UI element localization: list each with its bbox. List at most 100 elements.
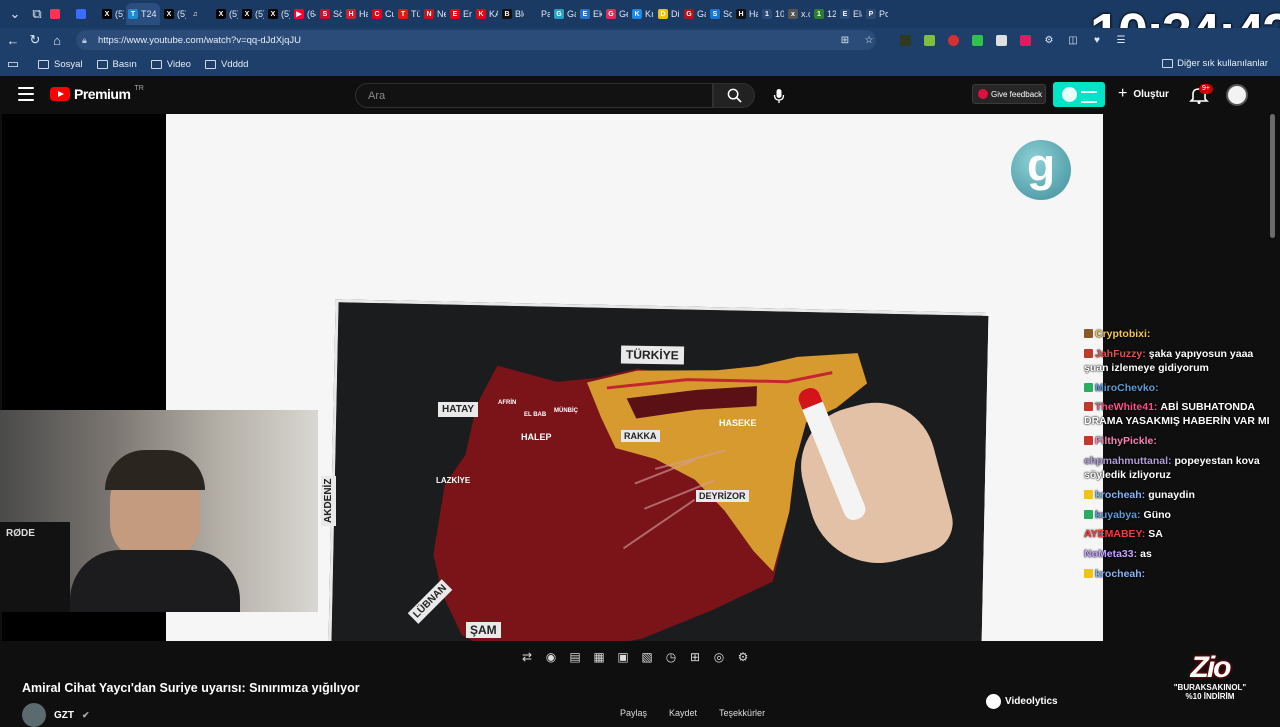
chat-username: kuyabya: [1095,508,1141,521]
browser-tab[interactable]: KKAI [474,3,498,25]
home-icon[interactable]: ⌂ [46,29,68,51]
account-avatar[interactable] [1226,84,1248,106]
map-label-rakka: RAKKA [621,430,660,442]
extension-red-icon[interactable] [943,30,963,50]
hamburger-menu-icon[interactable] [18,87,34,101]
browser-tab[interactable]: HHat [734,3,758,25]
chat-username: chpmahmuttanal: [1084,455,1172,468]
browser-tab[interactable]: NNef [422,3,446,25]
videolytics-button[interactable]: Videolytics [986,694,1058,709]
extension-toggle-button[interactable] [1053,82,1105,107]
page-scrollbar[interactable] [1270,114,1275,238]
picture-in-picture-icon[interactable]: ▣ [614,648,632,666]
browser-tab[interactable]: X(5) [100,3,124,25]
thanks-button[interactable]: Teşekkürler [719,708,765,718]
browser-tab[interactable]: xx.cc [786,3,810,25]
browser-tab[interactable]: X(5) [240,3,264,25]
watch-icon[interactable]: ▤ [566,648,584,666]
tab-label: Blo [515,9,524,19]
tab-label: x.cc [801,9,810,19]
bookmark-folder-sosyal[interactable]: Sosyal [38,59,83,70]
bookmark-folder-vdddd[interactable]: Vdddd [204,59,248,70]
cinema-mode-icon[interactable]: ▧ [638,648,656,666]
tab-actions-chevron-icon[interactable]: ⌄ [4,3,26,25]
extension-white-icon[interactable] [991,30,1011,50]
chat-username: NoMeta33: [1084,548,1138,561]
browser-tab[interactable]: T T24 [126,3,160,25]
share-button[interactable]: Paylaş [620,708,647,718]
youtube-premium-logo[interactable]: Premium TR [50,85,144,102]
live-broadcast-icon[interactable]: ◉ [542,648,560,666]
browser-tab[interactable]: BBlo [500,3,524,25]
refresh-icon[interactable]: ↻ [24,29,46,51]
browser-tab[interactable]: KKısı [630,3,654,25]
extension-h-icon[interactable] [895,30,915,50]
screenshot-camera-icon[interactable]: ◎ [710,648,728,666]
tab-label: Ger [619,9,628,19]
bookmark-folder-video[interactable]: Video [150,59,191,70]
browser-tab[interactable]: HHat [344,3,368,25]
channel-avatar[interactable] [22,703,46,727]
extension-green-icon[interactable] [967,30,987,50]
channel-name[interactable]: GZT [54,710,74,721]
browser-tab[interactable] [48,3,72,25]
browser-tab[interactable]: GGaz [552,3,576,25]
browser-tab[interactable]: PPoi [864,3,888,25]
search-icon [727,88,742,103]
split-screen-icon[interactable]: ◫ [1063,30,1083,50]
back-icon[interactable]: ← [2,29,24,51]
browser-tab[interactable]: Pat [526,3,550,25]
loop-icon[interactable]: ⇄ [518,648,536,666]
browser-tab[interactable]: GGaz [682,3,706,25]
reading-list-icon[interactable]: ▭ [2,53,24,75]
tab-favicon-icon: X [242,9,252,19]
chat-message: krocheah: gunaydin [1084,489,1280,503]
browser-tab[interactable]: X(5) [266,3,290,25]
browser-tab[interactable]: TTürl [396,3,420,25]
browser-tab[interactable]: SSor [708,3,732,25]
browser-tab[interactable]: EEkc [578,3,602,25]
browser-essentials-icon[interactable]: ♥ [1087,30,1107,50]
browser-tab[interactable]: EEla [838,3,862,25]
browser-tab[interactable] [74,3,98,25]
give-feedback-button[interactable]: Give feedback [972,84,1046,104]
browser-tab[interactable]: GGer [604,3,628,25]
tab-favicon-icon: B [502,9,512,19]
browser-tab[interactable]: DDik [656,3,680,25]
add-to-queue-icon[interactable]: ⊞ [686,648,704,666]
browser-tab[interactable]: CCur [370,3,394,25]
tab-label: Ela [853,9,862,19]
voice-search-button[interactable] [766,83,792,108]
live-chat-overlay: Cryptobixi: JahFuzzy: şaka yapıyosun yaaa … [1084,328,1280,588]
map-label-turkiye: TÜRKİYE [620,345,684,365]
tab-favicon-icon: 1 [762,9,772,19]
bookmark-folder-basin[interactable]: Basın [96,59,137,70]
chat-message: FilthyPickle: [1084,435,1280,449]
extension-grid-icon[interactable] [919,30,939,50]
browser-tab[interactable]: 110h [760,3,784,25]
browser-tab[interactable]: ▶(64 [292,3,316,25]
address-bar[interactable]: 🔒︎ https://www.youtube.com/watch?v=qq-dJ… [76,30,876,50]
speed-icon[interactable]: ◷ [662,648,680,666]
extension-pink-icon[interactable] [1015,30,1035,50]
other-bookmarks[interactable]: Diğer sık kullanılanlar [1162,58,1268,69]
save-button[interactable]: Kaydet [669,708,697,718]
browser-tab[interactable]: EEn ! [448,3,472,25]
tab-bar: ⌄ ⧉ X(5)TT24X(5)♫X(5)X(5)X(5)▶(64SSözHHa… [0,0,1280,28]
browser-tab[interactable]: X(5) [162,3,186,25]
favorite-star-icon[interactable]: ☆ [859,30,879,50]
extensions-puzzle-icon[interactable]: ⚙ [1039,30,1059,50]
browser-tab[interactable]: 112p [812,3,836,25]
browser-tab[interactable]: SSöz [318,3,342,25]
search-button[interactable] [713,83,755,108]
collections-icon[interactable]: ☰ [1111,30,1131,50]
search-input[interactable]: Ara [355,83,713,108]
create-button[interactable]: + Oluştur [1118,86,1169,102]
workspaces-icon[interactable]: ⧉ [26,3,48,25]
browser-tab[interactable]: ♫ [188,3,212,25]
browser-tab[interactable]: X(5) [214,3,238,25]
film-icon[interactable]: ▦ [590,648,608,666]
app-available-icon[interactable]: ⊞ [835,30,855,50]
chat-badge-icon [1084,382,1093,392]
settings-gear-icon[interactable]: ⚙ [734,648,752,666]
